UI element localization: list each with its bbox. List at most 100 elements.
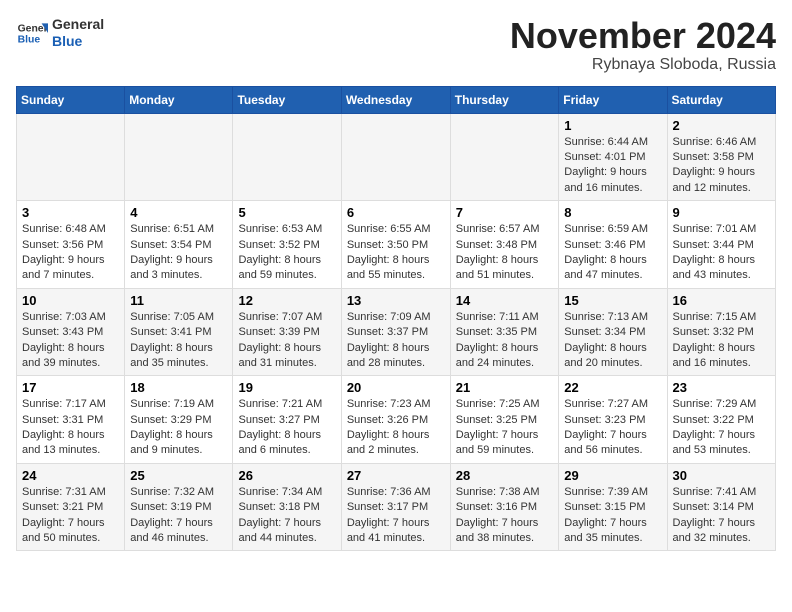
day-number: 25 — [130, 468, 227, 483]
day-info: Sunrise: 7:17 AM Sunset: 3:31 PM Dayligh… — [22, 397, 119, 459]
day-cell: 10 Sunrise: 7:03 AM Sunset: 3:43 PM Dayli… — [17, 288, 125, 376]
day-cell: 5 Sunrise: 6:53 AM Sunset: 3:52 PM Daylig… — [233, 201, 341, 289]
day-info: Sunrise: 7:01 AM Sunset: 3:44 PM Dayligh… — [673, 222, 771, 284]
day-info: Sunrise: 7:11 AM Sunset: 3:35 PM Dayligh… — [456, 310, 554, 372]
header-row: SundayMondayTuesdayWednesdayThursdayFrid… — [17, 86, 776, 113]
header: General Blue General Blue November 2024 … — [16, 16, 776, 74]
svg-text:Blue: Blue — [18, 34, 41, 45]
day-number: 20 — [347, 380, 445, 395]
day-number: 5 — [238, 205, 335, 220]
day-cell: 26 Sunrise: 7:34 AM Sunset: 3:18 PM Dayli… — [233, 463, 341, 551]
day-info: Sunrise: 7:19 AM Sunset: 3:29 PM Dayligh… — [130, 397, 227, 459]
day-info: Sunrise: 7:41 AM Sunset: 3:14 PM Dayligh… — [673, 485, 771, 547]
day-number: 10 — [22, 293, 119, 308]
calendar-table: SundayMondayTuesdayWednesdayThursdayFrid… — [16, 86, 776, 552]
title-area: November 2024 Rybnaya Sloboda, Russia — [510, 16, 776, 74]
day-cell: 12Sunrise: 7:07 AM Sunset: 3:39 PM Dayli… — [233, 288, 341, 376]
day-info: Sunrise: 6:57 AM Sunset: 3:48 PM Dayligh… — [456, 222, 554, 284]
location-title: Rybnaya Sloboda, Russia — [510, 56, 776, 74]
logo-line2: Blue — [52, 33, 104, 50]
logo-line1: General — [52, 16, 104, 33]
day-info: Sunrise: 7:15 AM Sunset: 3:32 PM Dayligh… — [673, 310, 771, 372]
day-number: 2 — [673, 118, 771, 133]
day-number: 12 — [238, 293, 335, 308]
day-number: 30 — [673, 468, 771, 483]
day-info: Sunrise: 6:53 AM Sunset: 3:52 PM Dayligh… — [238, 222, 335, 284]
day-info: Sunrise: 6:51 AM Sunset: 3:54 PM Dayligh… — [130, 222, 227, 284]
day-info: Sunrise: 7:25 AM Sunset: 3:25 PM Dayligh… — [456, 397, 554, 459]
day-cell: 7 Sunrise: 6:57 AM Sunset: 3:48 PM Daylig… — [450, 201, 559, 289]
day-number: 28 — [456, 468, 554, 483]
day-info: Sunrise: 7:03 AM Sunset: 3:43 PM Dayligh… — [22, 310, 119, 372]
day-info: Sunrise: 6:55 AM Sunset: 3:50 PM Dayligh… — [347, 222, 445, 284]
day-cell — [450, 113, 559, 201]
day-number: 7 — [456, 205, 554, 220]
day-cell — [341, 113, 450, 201]
day-info: Sunrise: 6:59 AM Sunset: 3:46 PM Dayligh… — [564, 222, 661, 284]
day-number: 17 — [22, 380, 119, 395]
day-cell: 30 Sunrise: 7:41 AM Sunset: 3:14 PM Dayli… — [667, 463, 776, 551]
day-number: 8 — [564, 205, 661, 220]
day-cell — [125, 113, 233, 201]
header-cell-tuesday: Tuesday — [233, 86, 341, 113]
day-info: Sunrise: 7:09 AM Sunset: 3:37 PM Dayligh… — [347, 310, 445, 372]
day-number: 3 — [22, 205, 119, 220]
day-cell: 27 Sunrise: 7:36 AM Sunset: 3:17 PM Dayli… — [341, 463, 450, 551]
week-row-1: 1 Sunrise: 6:44 AM Sunset: 4:01 PM Daylig… — [17, 113, 776, 201]
header-cell-monday: Monday — [125, 86, 233, 113]
day-cell: 24 Sunrise: 7:31 AM Sunset: 3:21 PM Dayli… — [17, 463, 125, 551]
day-info: Sunrise: 7:39 AM Sunset: 3:15 PM Dayligh… — [564, 485, 661, 547]
day-info: Sunrise: 7:23 AM Sunset: 3:26 PM Dayligh… — [347, 397, 445, 459]
header-cell-sunday: Sunday — [17, 86, 125, 113]
day-number: 22 — [564, 380, 661, 395]
day-cell: 16 Sunrise: 7:15 AM Sunset: 3:32 PM Dayli… — [667, 288, 776, 376]
day-number: 26 — [238, 468, 335, 483]
day-cell: 1 Sunrise: 6:44 AM Sunset: 4:01 PM Daylig… — [559, 113, 667, 201]
day-cell: 28 Sunrise: 7:38 AM Sunset: 3:16 PM Dayli… — [450, 463, 559, 551]
day-cell: 11 Sunrise: 7:05 AM Sunset: 3:41 PM Dayli… — [125, 288, 233, 376]
day-number: 9 — [673, 205, 771, 220]
day-number: 18 — [130, 380, 227, 395]
day-info: Sunrise: 7:13 AM Sunset: 3:34 PM Dayligh… — [564, 310, 661, 372]
day-cell: 3Sunrise: 6:48 AM Sunset: 3:56 PM Daylig… — [17, 201, 125, 289]
day-info: Sunrise: 6:44 AM Sunset: 4:01 PM Dayligh… — [564, 135, 661, 197]
month-title: November 2024 — [510, 16, 776, 56]
week-row-3: 10 Sunrise: 7:03 AM Sunset: 3:43 PM Dayli… — [17, 288, 776, 376]
day-cell: 4 Sunrise: 6:51 AM Sunset: 3:54 PM Daylig… — [125, 201, 233, 289]
day-number: 4 — [130, 205, 227, 220]
week-row-5: 24 Sunrise: 7:31 AM Sunset: 3:21 PM Dayli… — [17, 463, 776, 551]
day-cell: 21Sunrise: 7:25 AM Sunset: 3:25 PM Dayli… — [450, 376, 559, 464]
day-number: 27 — [347, 468, 445, 483]
week-row-2: 3Sunrise: 6:48 AM Sunset: 3:56 PM Daylig… — [17, 201, 776, 289]
day-info: Sunrise: 7:29 AM Sunset: 3:22 PM Dayligh… — [673, 397, 771, 459]
day-number: 13 — [347, 293, 445, 308]
day-cell: 17 Sunrise: 7:17 AM Sunset: 3:31 PM Dayli… — [17, 376, 125, 464]
day-number: 15 — [564, 293, 661, 308]
header-cell-wednesday: Wednesday — [341, 86, 450, 113]
day-info: Sunrise: 7:05 AM Sunset: 3:41 PM Dayligh… — [130, 310, 227, 372]
day-number: 11 — [130, 293, 227, 308]
day-info: Sunrise: 7:36 AM Sunset: 3:17 PM Dayligh… — [347, 485, 445, 547]
header-cell-friday: Friday — [559, 86, 667, 113]
day-number: 16 — [673, 293, 771, 308]
day-number: 1 — [564, 118, 661, 133]
day-info: Sunrise: 7:38 AM Sunset: 3:16 PM Dayligh… — [456, 485, 554, 547]
day-info: Sunrise: 6:46 AM Sunset: 3:58 PM Dayligh… — [673, 135, 771, 197]
logo-icon: General Blue — [16, 17, 48, 49]
day-info: Sunrise: 7:34 AM Sunset: 3:18 PM Dayligh… — [238, 485, 335, 547]
day-cell — [17, 113, 125, 201]
day-info: Sunrise: 7:31 AM Sunset: 3:21 PM Dayligh… — [22, 485, 119, 547]
day-info: Sunrise: 7:32 AM Sunset: 3:19 PM Dayligh… — [130, 485, 227, 547]
day-number: 6 — [347, 205, 445, 220]
day-number: 19 — [238, 380, 335, 395]
day-cell: 22Sunrise: 7:27 AM Sunset: 3:23 PM Dayli… — [559, 376, 667, 464]
logo: General Blue General Blue — [16, 16, 104, 50]
day-cell: 8 Sunrise: 6:59 AM Sunset: 3:46 PM Daylig… — [559, 201, 667, 289]
week-row-4: 17 Sunrise: 7:17 AM Sunset: 3:31 PM Dayli… — [17, 376, 776, 464]
day-cell: 2 Sunrise: 6:46 AM Sunset: 3:58 PM Daylig… — [667, 113, 776, 201]
day-number: 23 — [673, 380, 771, 395]
day-cell: 23 Sunrise: 7:29 AM Sunset: 3:22 PM Dayli… — [667, 376, 776, 464]
day-number: 24 — [22, 468, 119, 483]
day-number: 29 — [564, 468, 661, 483]
day-cell: 14Sunrise: 7:11 AM Sunset: 3:35 PM Dayli… — [450, 288, 559, 376]
